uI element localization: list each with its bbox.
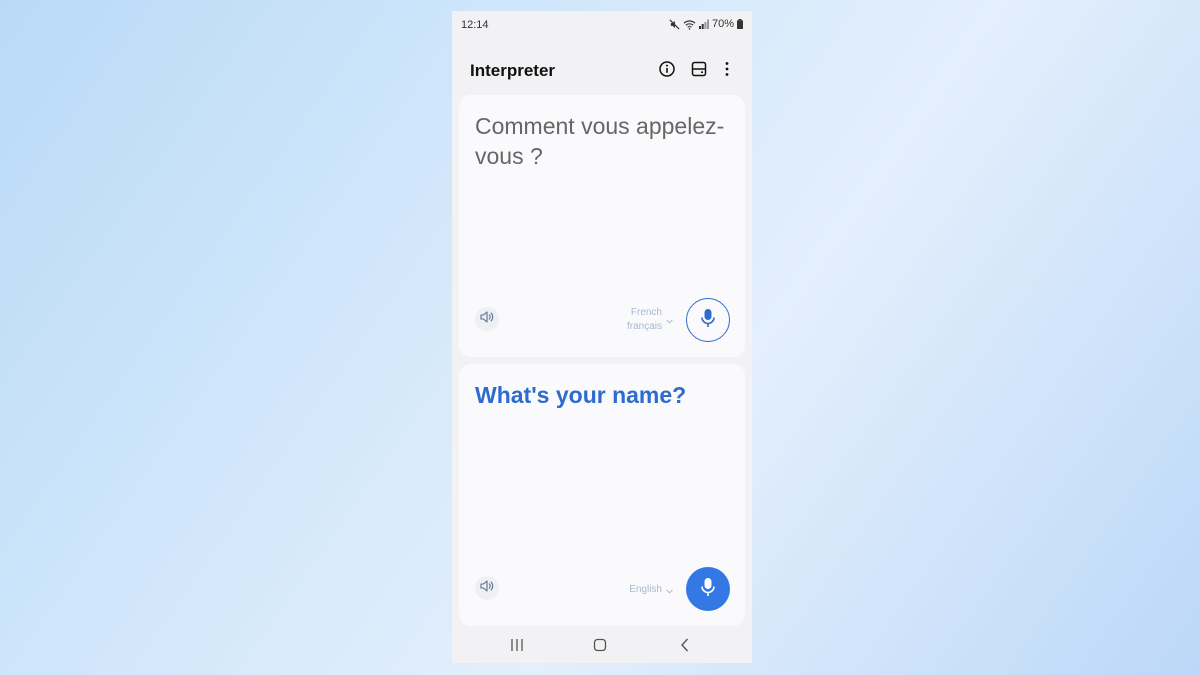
split-view-button[interactable]: [687, 59, 711, 83]
recent-apps-icon: [510, 638, 524, 657]
speaker-icon: [480, 579, 494, 597]
phone-screen: 12:14 70% Interpreter Comment vous appel…: [452, 11, 752, 663]
source-panel: Comment vous appelez-vous ? French franç…: [459, 95, 745, 357]
navigation-bar: [452, 631, 752, 663]
more-options-icon: [724, 61, 730, 82]
status-bar: 12:14 70%: [452, 11, 752, 39]
target-panel: What's your name? English: [459, 364, 745, 626]
speaker-icon: [480, 310, 494, 328]
split-view-icon: [691, 61, 707, 82]
chevron-down-icon: [666, 581, 673, 599]
target-microphone-button[interactable]: [686, 567, 730, 611]
recent-apps-button[interactable]: [505, 638, 529, 656]
info-icon: [659, 60, 675, 82]
info-button[interactable]: [655, 59, 679, 83]
status-icons: 70%: [669, 18, 743, 30]
status-time: 12:14: [461, 19, 489, 31]
wifi-icon: [683, 19, 696, 30]
source-language-native: français: [626, 321, 662, 332]
source-language-name: French: [630, 307, 662, 318]
battery-icon: [737, 19, 743, 29]
target-language-selector[interactable]: English: [629, 581, 673, 599]
source-text[interactable]: Comment vous appelez-vous ?: [475, 111, 725, 171]
target-speaker-button[interactable]: [475, 576, 499, 600]
chevron-down-icon: [666, 311, 673, 329]
page-title: Interpreter: [470, 61, 556, 80]
more-options-button[interactable]: [715, 59, 739, 83]
battery-level: 70%: [711, 18, 734, 30]
microphone-icon: [700, 577, 716, 602]
mute-icon: [669, 18, 680, 30]
target-language-name: English: [629, 584, 662, 595]
signal-icon: [698, 19, 709, 29]
target-text[interactable]: What's your name?: [475, 380, 725, 410]
home-icon: [593, 638, 607, 657]
microphone-icon: [700, 308, 716, 333]
source-microphone-button[interactable]: [686, 298, 730, 342]
source-language-selector[interactable]: French français: [627, 306, 673, 334]
back-button[interactable]: [673, 638, 697, 656]
app-bar: Interpreter: [452, 57, 752, 85]
back-icon: [680, 638, 690, 657]
source-speaker-button[interactable]: [475, 307, 499, 331]
home-button[interactable]: [588, 638, 612, 656]
